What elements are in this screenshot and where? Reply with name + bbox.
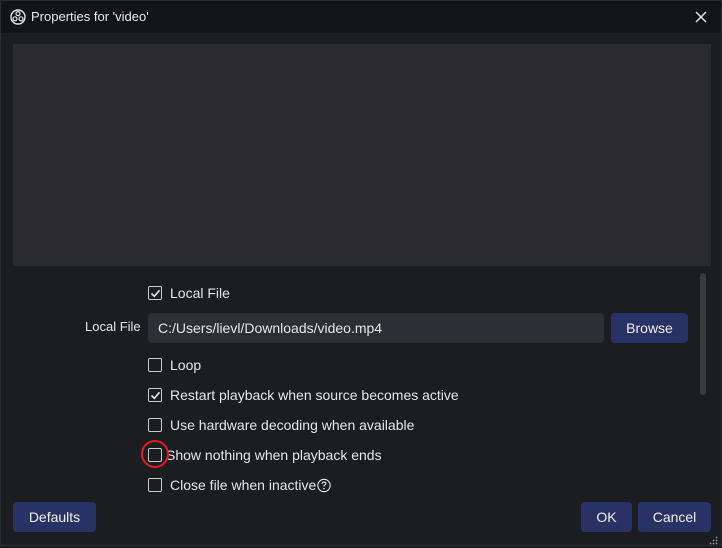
close-icon[interactable]: [691, 7, 711, 27]
ok-button[interactable]: OK: [581, 502, 632, 532]
resize-grip-icon[interactable]: [708, 532, 718, 545]
properties-scrollbar[interactable]: [700, 273, 706, 395]
loop-checkbox-row[interactable]: Loop: [148, 357, 201, 373]
local-file-checkbox-label: Local File: [170, 285, 230, 301]
obs-icon: [10, 9, 26, 25]
cancel-button[interactable]: Cancel: [638, 502, 711, 532]
loop-checkbox-label: Loop: [170, 357, 202, 373]
restart-playback-checkbox[interactable]: [148, 388, 162, 402]
local-file-checkbox-row[interactable]: Local File: [148, 285, 230, 301]
show-nothing-checkbox-row[interactable]: Show nothing when playback ends: [148, 447, 382, 463]
browse-button[interactable]: Browse: [611, 313, 688, 343]
loop-checkbox[interactable]: [148, 358, 162, 372]
close-file-checkbox-row[interactable]: Close file when inactive: [148, 477, 332, 493]
help-icon[interactable]: [317, 478, 332, 493]
show-nothing-checkbox[interactable]: [148, 448, 162, 462]
window-title: Properties for 'video': [31, 9, 149, 24]
title-bar: Properties for 'video': [1, 1, 721, 33]
local-file-path-input[interactable]: C:/Users/lievl/Downloads/video.mp4: [148, 313, 604, 343]
properties-dialog: Properties for 'video' Local File Local …: [0, 0, 722, 546]
close-file-checkbox[interactable]: [148, 478, 162, 492]
defaults-button[interactable]: Defaults: [13, 502, 96, 532]
restart-playback-checkbox-row[interactable]: Restart playback when source becomes act…: [148, 387, 459, 403]
restart-playback-checkbox-label: Restart playback when source becomes act…: [170, 387, 459, 403]
hw-decoding-checkbox[interactable]: [148, 418, 162, 432]
hw-decoding-checkbox-label: Use hardware decoding when available: [170, 417, 415, 433]
close-file-checkbox-label: Close file when inactive: [170, 477, 317, 493]
source-preview: [13, 44, 711, 266]
local-file-field-label: Local File: [85, 319, 141, 334]
hw-decoding-checkbox-row[interactable]: Use hardware decoding when available: [148, 417, 414, 433]
local-file-checkbox[interactable]: [148, 286, 162, 300]
show-nothing-checkbox-label: Show nothing when playback ends: [166, 447, 382, 463]
